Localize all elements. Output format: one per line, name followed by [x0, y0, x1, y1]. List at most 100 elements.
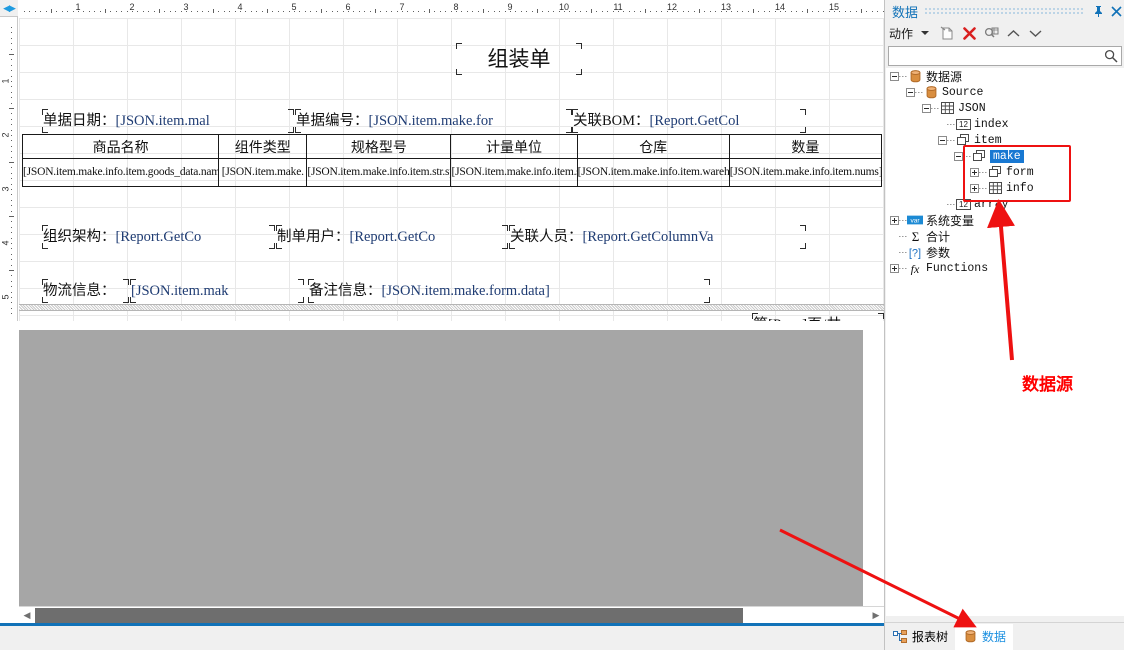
- ruler-tick: [299, 11, 301, 12]
- canvas-left-gutter: [0, 321, 19, 606]
- expand-icon[interactable]: [890, 263, 899, 273]
- ruler-tick: [11, 243, 12, 244]
- cell-component-type[interactable]: [JSON.item.make.: [218, 158, 308, 187]
- collapse-icon[interactable]: [938, 135, 947, 145]
- header-field-3[interactable]: 关联BOM：[Report.GetCol: [573, 110, 805, 132]
- ruler-tick: [164, 11, 166, 12]
- ruler-tick: [11, 189, 12, 190]
- object-icon: [971, 149, 987, 163]
- scroll-right-arrow-icon[interactable]: ▶: [868, 607, 884, 624]
- cell-unit[interactable]: [JSON.item.make.info.item.str.: [450, 158, 578, 187]
- col-header-5[interactable]: 数量: [728, 134, 883, 159]
- tree-node-JSON[interactable]: JSON: [886, 100, 1124, 116]
- object-icon: [987, 165, 1003, 179]
- ruler-tick: [11, 302, 12, 304]
- tree-node-index[interactable]: 12 index: [886, 116, 1124, 132]
- tree-node-info[interactable]: info: [886, 180, 1124, 196]
- tree-node-array[interactable]: 12 array: [886, 196, 1124, 212]
- cell-spec[interactable]: [JSON.item.make.info.item.str.spec: [306, 158, 452, 187]
- ruler-tick: [11, 232, 12, 234]
- tree-node-label: JSON: [958, 101, 986, 115]
- page-footer[interactable]: 第[Page]页/共: [753, 314, 883, 321]
- col-header-0[interactable]: 商品名称: [21, 134, 220, 159]
- ruler-tick: [9, 216, 14, 217]
- report-page[interactable]: 组装单 单据日期：[JSON.item.mal 单据编号：[JSON.item.…: [19, 18, 884, 321]
- tab-数据[interactable]: 数据: [955, 623, 1014, 650]
- new-item-icon[interactable]: [937, 23, 957, 43]
- ruler-tick: [175, 11, 177, 12]
- ruler-tick: [655, 11, 657, 12]
- cell-nums[interactable]: [JSON.item.make.info.item.nums]: [728, 158, 883, 187]
- tree-node-item[interactable]: item: [886, 132, 1124, 148]
- col-header-2[interactable]: 规格型号: [306, 134, 452, 159]
- scroll-left-arrow-icon[interactable]: ◀: [19, 607, 35, 624]
- action-menu-button[interactable]: 动作: [889, 25, 913, 42]
- cell-goods-name[interactable]: [JSON.item.make.info.item.goods_data.nam…: [21, 158, 220, 187]
- ruler-tick: [11, 145, 12, 147]
- collapse-icon[interactable]: [954, 151, 963, 161]
- ruler-tick: [11, 75, 12, 77]
- var-icon: var: [907, 213, 923, 227]
- ruler-tick: [634, 11, 636, 12]
- ruler-tick: [396, 11, 398, 12]
- tree-node-Source[interactable]: Source: [886, 84, 1124, 100]
- note-field-1[interactable]: 物流信息：: [43, 280, 128, 302]
- col-header-1[interactable]: 组件类型: [218, 134, 308, 159]
- collapse-icon[interactable]: [922, 103, 931, 113]
- tab-label: 数据: [982, 630, 1007, 644]
- org-field-1[interactable]: 组织架构：[Report.GetCo: [43, 226, 274, 248]
- tree-node-数据源[interactable]: 数据源: [886, 68, 1124, 84]
- close-icon[interactable]: [1107, 1, 1124, 21]
- tree-connector: [947, 123, 955, 125]
- search-input[interactable]: [889, 47, 1101, 65]
- expand-icon[interactable]: [890, 215, 899, 225]
- col-header-4[interactable]: 仓库: [576, 134, 730, 159]
- ruler-tick: [817, 11, 819, 12]
- move-down-icon[interactable]: [1025, 23, 1045, 43]
- pin-icon[interactable]: [1089, 1, 1107, 21]
- horizontal-scroll-thumb[interactable]: [35, 607, 743, 623]
- horizontal-scrollbar[interactable]: ◀ ▶: [19, 606, 884, 623]
- ruler-tick: [11, 307, 12, 309]
- tree-node-合计[interactable]: Σ 合计: [886, 228, 1124, 244]
- expand-icon[interactable]: [970, 183, 979, 193]
- note-field-1-expr[interactable]: [JSON.item.mak: [131, 280, 303, 302]
- number-icon: 12: [955, 197, 971, 211]
- tree-node-系统变量[interactable]: var 系统变量: [886, 212, 1124, 228]
- ruler-tick: [9, 162, 14, 163]
- tree-node-label: item: [974, 133, 1002, 147]
- delete-icon[interactable]: [959, 23, 979, 43]
- expand-icon[interactable]: [970, 167, 979, 177]
- move-up-icon[interactable]: [1003, 23, 1023, 43]
- note-field-2[interactable]: 备注信息：[JSON.item.make.form.data]: [309, 280, 709, 302]
- cell-warehouse[interactable]: [JSON.item.make.info.item.warehouse_da: [576, 158, 730, 187]
- collapse-icon[interactable]: [906, 87, 915, 97]
- tree-node-参数[interactable]: [?] 参数: [886, 244, 1124, 260]
- tree-connector: [899, 235, 907, 237]
- org-field-2[interactable]: 制单用户：[Report.GetCo: [277, 226, 507, 248]
- search-icon[interactable]: [1101, 49, 1121, 63]
- ruler-tick: [758, 11, 760, 12]
- horizontal-scroll-track[interactable]: [35, 607, 868, 624]
- ruler-tick: [11, 172, 12, 174]
- data-search-box[interactable]: [888, 46, 1122, 66]
- ruler-scroll-arrows-icon[interactable]: ◀▶: [0, 0, 18, 17]
- header-field-1[interactable]: 单据日期：[JSON.item.mal: [43, 110, 293, 132]
- header-field-2[interactable]: 单据编号：[JSON.item.make.for: [296, 110, 571, 132]
- detail-table[interactable]: 商品名称 组件类型 规格型号 计量单位 仓库 数量 [JSON.item.mak…: [21, 134, 883, 187]
- chevron-down-icon[interactable]: [915, 23, 935, 43]
- inspect-icon[interactable]: [981, 23, 1001, 43]
- tree-node-Functions[interactable]: fx Functions: [886, 260, 1124, 276]
- tree-node-make[interactable]: make: [886, 148, 1124, 164]
- ruler-tick: [466, 11, 468, 12]
- ruler-tick: [585, 11, 587, 12]
- org-field-3[interactable]: 关联人员：[Report.GetColumnVa: [510, 226, 805, 248]
- ruler-tick: [283, 11, 285, 12]
- collapse-icon[interactable]: [890, 71, 899, 81]
- ruler-tick: [202, 11, 204, 12]
- col-header-3[interactable]: 计量单位: [450, 134, 578, 159]
- tree-node-form[interactable]: form: [886, 164, 1124, 180]
- tab-报表树[interactable]: 报表树: [885, 624, 955, 650]
- note-field-1-expr-text: [JSON.item.mak: [131, 283, 229, 299]
- data-source-tree[interactable]: 数据源 Source JSON 12 index item make form info 12 ar…: [886, 68, 1124, 616]
